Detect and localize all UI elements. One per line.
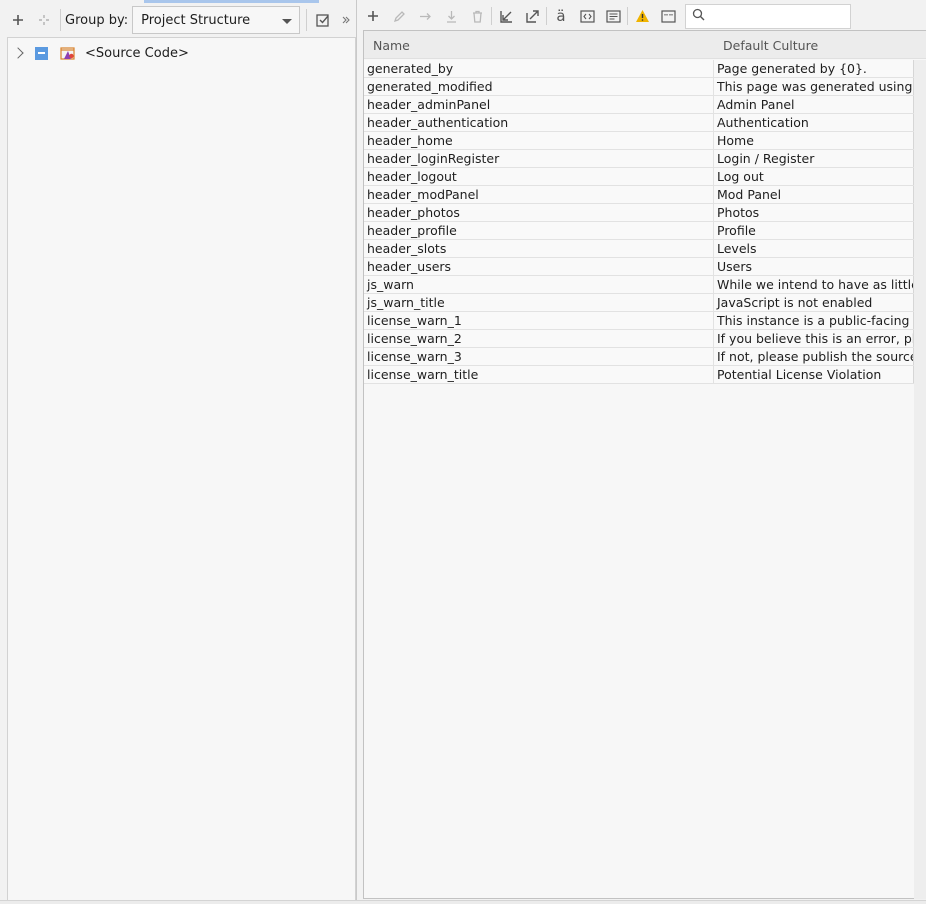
overflow-chevron-icon[interactable] (336, 7, 356, 33)
cell-default-culture[interactable]: This instance is a public-facing ins (714, 312, 914, 329)
table-row[interactable]: header_adminPanel Admin Panel (364, 96, 914, 114)
tree-item-label: <Source Code> (85, 45, 189, 61)
cell-default-culture[interactable]: Home (714, 132, 914, 149)
grid-empty-area (914, 60, 926, 899)
table-row[interactable]: license_warn_1 This instance is a public-… (364, 312, 914, 330)
table-row[interactable]: header_slots Levels (364, 240, 914, 258)
cell-name[interactable]: generated_modified (364, 78, 714, 95)
table-row[interactable]: header_loginRegister Login / Register (364, 150, 914, 168)
toolbar-separator (306, 9, 307, 31)
partial-checkbox[interactable] (35, 46, 48, 60)
chevron-right-icon[interactable] (12, 47, 24, 59)
move-right-icon[interactable] (412, 4, 438, 28)
resource-toolbar: ä (360, 3, 926, 29)
edit-pencil-icon[interactable] (386, 4, 412, 28)
code-view-icon[interactable] (574, 4, 600, 28)
cell-default-culture[interactable]: Levels (714, 240, 914, 257)
cell-default-culture[interactable]: If you believe this is an error, plea (714, 330, 914, 347)
localize-icon[interactable]: ä (548, 4, 574, 28)
cell-name[interactable]: license_warn_1 (364, 312, 714, 329)
bottom-border (0, 900, 926, 904)
checkbox-filter-icon[interactable] (310, 7, 336, 33)
cell-name[interactable]: header_home (364, 132, 714, 149)
move-down-icon[interactable] (438, 4, 464, 28)
table-row[interactable]: js_warn_title JavaScript is not enabled (364, 294, 914, 312)
project-tree: <Source Code> (7, 37, 356, 901)
grid-body: generated_by Page generated by {0}. genera… (364, 60, 914, 384)
column-header-name[interactable]: Name (373, 38, 410, 53)
cell-name[interactable]: header_slots (364, 240, 714, 257)
export-icon[interactable] (519, 4, 545, 28)
group-by-dropdown[interactable]: Project Structure (132, 6, 300, 34)
toolbar-separator (60, 9, 61, 31)
table-row[interactable]: js_warn While we intend to have as little… (364, 276, 914, 294)
cell-default-culture[interactable]: This page was generated using a m (714, 78, 914, 95)
table-row[interactable]: header_profile Profile (364, 222, 914, 240)
cell-name[interactable]: license_warn_title (364, 366, 714, 383)
cell-name[interactable]: header_modPanel (364, 186, 714, 203)
cell-default-culture[interactable]: If not, please publish the source c (714, 348, 914, 365)
text-view-icon[interactable] (600, 4, 626, 28)
left-toolbar: Group by: Project Structure (0, 3, 356, 37)
left-pane: Group by: Project Structure <Source Code… (0, 0, 357, 904)
cell-name[interactable]: js_warn (364, 276, 714, 293)
chevron-down-icon (282, 19, 292, 24)
comment-icon[interactable] (655, 4, 681, 28)
cell-default-culture[interactable]: Potential License Violation (714, 366, 914, 383)
add-icon[interactable] (5, 7, 31, 33)
cell-name[interactable]: license_warn_3 (364, 348, 714, 365)
search-box[interactable] (685, 3, 851, 29)
cell-default-culture[interactable]: Photos (714, 204, 914, 221)
cell-name[interactable]: header_photos (364, 204, 714, 221)
table-row[interactable]: license_warn_2 If you believe this is an … (364, 330, 914, 348)
cell-name[interactable]: generated_by (364, 60, 714, 77)
table-row[interactable]: header_logout Log out (364, 168, 914, 186)
cell-default-culture[interactable]: Authentication (714, 114, 914, 131)
table-row[interactable]: license_warn_3 If not, please publish the… (364, 348, 914, 366)
cell-name[interactable]: js_warn_title (364, 294, 714, 311)
cell-default-culture[interactable]: JavaScript is not enabled (714, 294, 914, 311)
group-by-label: Group by: (65, 12, 129, 28)
table-row[interactable]: header_modPanel Mod Panel (364, 186, 914, 204)
search-icon (692, 8, 705, 24)
table-row[interactable]: header_photos Photos (364, 204, 914, 222)
resource-grid: Name Default Culture generated_by Page ge… (363, 30, 926, 899)
cell-default-culture[interactable]: While we intend to have as little J (714, 276, 914, 293)
table-row[interactable]: header_authentication Authentication (364, 114, 914, 132)
cell-default-culture[interactable]: Admin Panel (714, 96, 914, 113)
toolbar-separator (546, 7, 547, 25)
add-resource-icon[interactable] (360, 4, 386, 28)
cell-name[interactable]: header_users (364, 258, 714, 275)
tree-item-source-code[interactable]: <Source Code> (8, 42, 189, 64)
cell-default-culture[interactable]: Profile (714, 222, 914, 239)
cell-default-culture[interactable]: Login / Register (714, 150, 914, 167)
cell-name[interactable]: header_loginRegister (364, 150, 714, 167)
cell-name[interactable]: header_adminPanel (364, 96, 714, 113)
cell-name[interactable]: header_authentication (364, 114, 714, 131)
cell-default-culture[interactable]: Page generated by {0}. (714, 60, 914, 77)
delete-icon[interactable] (464, 4, 490, 28)
cell-name[interactable]: header_logout (364, 168, 714, 185)
grid-header: Name Default Culture (364, 31, 926, 59)
cell-name[interactable]: license_warn_2 (364, 330, 714, 347)
table-row[interactable]: license_warn_title Potential License Viol… (364, 366, 914, 384)
move-icon[interactable] (31, 7, 57, 33)
cell-default-culture[interactable]: Log out (714, 168, 914, 185)
source-code-folder-icon (60, 45, 76, 61)
table-row[interactable]: generated_by Page generated by {0}. (364, 60, 914, 78)
cell-default-culture[interactable]: Mod Panel (714, 186, 914, 203)
toolbar-separator (491, 7, 492, 25)
cell-name[interactable]: header_profile (364, 222, 714, 239)
table-row[interactable]: header_home Home (364, 132, 914, 150)
toolbar-separator (627, 7, 628, 25)
table-row[interactable]: generated_modified This page was generate… (364, 78, 914, 96)
group-by-value: Project Structure (141, 12, 251, 28)
import-icon[interactable] (493, 4, 519, 28)
search-input[interactable] (709, 9, 839, 23)
column-header-default-culture[interactable]: Default Culture (723, 38, 818, 53)
warning-icon[interactable] (629, 4, 655, 28)
table-row[interactable]: header_users Users (364, 258, 914, 276)
cell-default-culture[interactable]: Users (714, 258, 914, 275)
